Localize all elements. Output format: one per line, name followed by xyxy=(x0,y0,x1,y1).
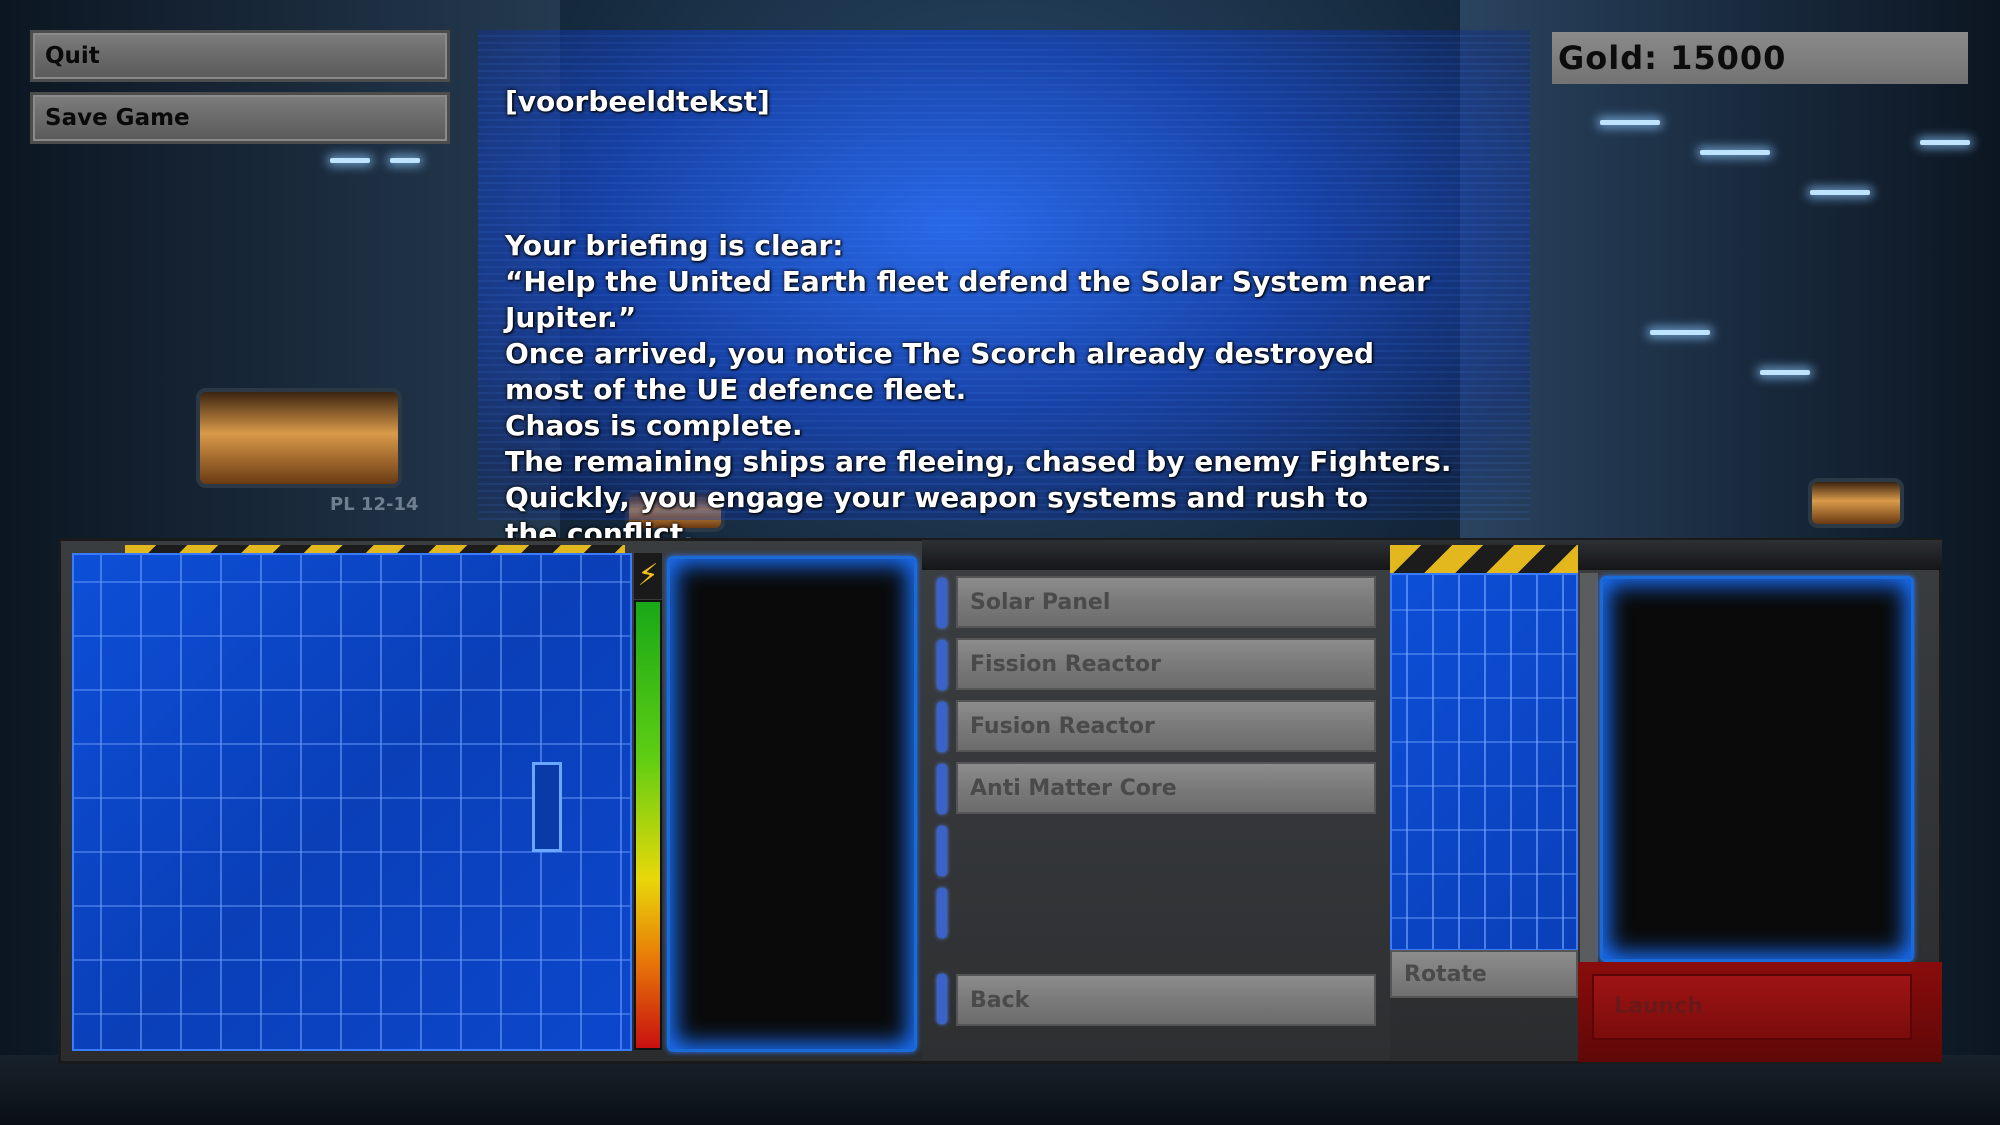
hangar-window xyxy=(196,388,402,488)
ceiling-light xyxy=(1700,150,1770,155)
gold-counter: Gold: 15000 xyxy=(1552,32,1968,84)
hangar-window xyxy=(1808,478,1904,528)
component-button-anti-matter-core[interactable]: Anti Matter Core xyxy=(956,762,1376,814)
ceiling-light xyxy=(1600,120,1660,125)
slot-indicator xyxy=(937,826,947,876)
hangar-floor xyxy=(0,1055,2000,1125)
slot-indicator xyxy=(937,888,947,938)
briefing-text: [voorbeeldtekst] Your briefing is clear:… xyxy=(505,48,1515,588)
component-preview xyxy=(667,556,917,1052)
ceiling-light xyxy=(390,158,420,163)
rotate-button[interactable]: Rotate xyxy=(1390,950,1578,998)
hazard-stripe xyxy=(1390,545,1578,573)
slot-indicator xyxy=(937,764,947,814)
quit-button[interactable]: Quit xyxy=(30,30,450,82)
component-button-fission-reactor[interactable]: Fission Reactor xyxy=(956,638,1376,690)
briefing-header: [voorbeeldtekst] xyxy=(505,85,770,118)
slot-indicator xyxy=(937,640,947,690)
back-button[interactable]: Back xyxy=(956,974,1376,1026)
ceiling-light xyxy=(1650,330,1710,335)
ceiling-light xyxy=(1810,190,1870,195)
slot-indicator xyxy=(937,578,947,628)
slot-indicator xyxy=(937,702,947,752)
lightning-icon: ⚡ xyxy=(634,553,662,599)
circuit-chip xyxy=(532,762,562,852)
briefing-body: Your briefing is clear: “Help the United… xyxy=(505,229,1452,550)
slot-indicator xyxy=(937,974,947,1024)
component-button-solar-panel[interactable]: Solar Panel xyxy=(956,576,1376,628)
component-button-fusion-reactor[interactable]: Fusion Reactor xyxy=(956,700,1376,752)
ceiling-light xyxy=(1920,140,1970,145)
ship-preview xyxy=(1600,576,1914,962)
rotation-preview-grid xyxy=(1390,573,1578,951)
ceiling-light xyxy=(330,158,370,163)
save-game-button[interactable]: Save Game xyxy=(30,92,450,144)
wall-sign: PL 12-14 xyxy=(330,494,419,515)
ceiling-light xyxy=(1760,370,1810,375)
power-meter xyxy=(634,600,662,1050)
launch-button[interactable]: Launch xyxy=(1592,974,1912,1040)
